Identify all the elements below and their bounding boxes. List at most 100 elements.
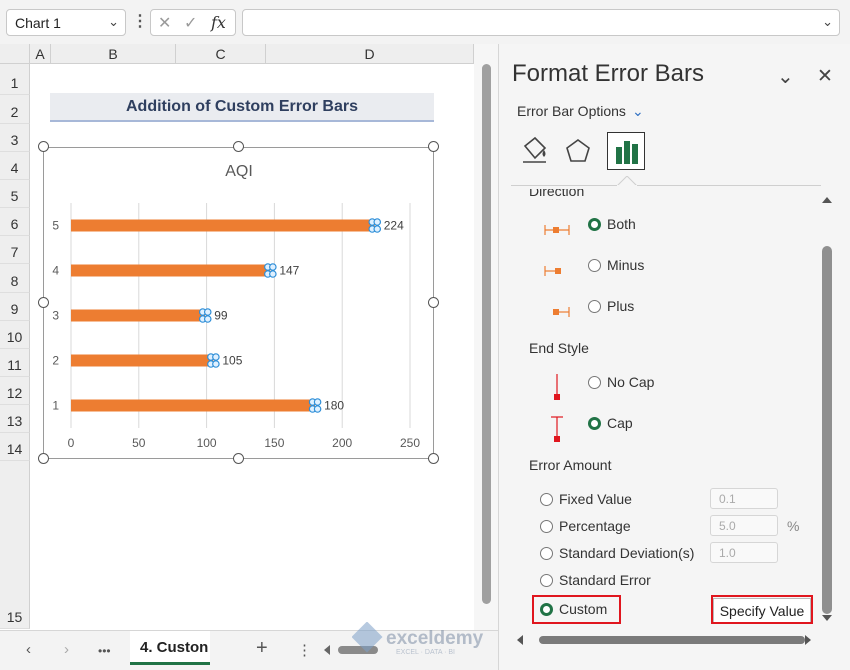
option-label: Plus — [607, 298, 635, 314]
radio-unselected[interactable] — [540, 519, 553, 533]
column-header[interactable]: A — [30, 44, 51, 64]
resize-handle[interactable] — [38, 141, 49, 152]
pane-divider — [511, 185, 821, 186]
pane-vertical-scrollbar[interactable] — [821, 194, 833, 624]
radio-unselected[interactable] — [588, 258, 601, 272]
row-header[interactable]: 15 — [0, 461, 30, 629]
pane-horizontal-scrollbar[interactable] — [513, 632, 813, 648]
bar-chart-options-icon[interactable] — [607, 132, 645, 170]
option-label: Cap — [607, 415, 633, 431]
option-label: Both — [607, 216, 636, 232]
row-header[interactable]: 4 — [0, 152, 30, 180]
amount-fixed-value-radio[interactable]: Fixed Value — [540, 491, 632, 507]
sheet-tab-active[interactable]: 4. Custon — [130, 631, 210, 665]
option-label: Percentage — [559, 518, 631, 534]
column-header[interactable]: B — [51, 44, 176, 64]
more-vertical-icon[interactable]: ⋮ — [132, 11, 148, 31]
scrollbar-thumb[interactable] — [482, 64, 491, 604]
radio-selected[interactable] — [540, 602, 553, 616]
select-all-corner[interactable] — [0, 44, 30, 64]
resize-handle[interactable] — [38, 297, 49, 308]
close-icon[interactable]: ✕ — [817, 65, 833, 88]
row-header[interactable]: 12 — [0, 377, 30, 405]
row-header[interactable]: 7 — [0, 236, 30, 264]
sheet-title-cell[interactable]: Addition of Custom Error Bars — [50, 93, 434, 122]
scroll-down-icon — [822, 615, 832, 621]
radio-unselected[interactable] — [588, 299, 601, 313]
column-header[interactable]: D — [266, 44, 474, 64]
more-tabs-icon[interactable]: ••• — [98, 644, 111, 658]
direction-both-radio[interactable]: Both — [588, 216, 636, 232]
name-box[interactable]: Chart 1 ⌄ — [6, 9, 126, 36]
end-style-cap-radio[interactable]: Cap — [588, 415, 633, 431]
amount-std-dev-radio[interactable]: Standard Deviation(s) — [540, 545, 694, 561]
option-label: Standard Deviation(s) — [559, 545, 695, 561]
row-header[interactable]: 14 — [0, 433, 30, 461]
error-bar-options-dropdown[interactable]: Error Bar Options ⌄ — [517, 103, 644, 120]
percent-unit: % — [787, 518, 800, 534]
y-tick-label: 4 — [52, 264, 59, 278]
y-tick-label: 3 — [52, 309, 59, 323]
tab-prev-icon[interactable]: ‹ — [26, 641, 31, 658]
dropdown-label: Error Bar Options — [517, 103, 626, 119]
formula-bar: Chart 1 ⌄ ⋮ ✕ ✓ fx ⌄ — [0, 0, 850, 44]
formula-input[interactable]: ⌄ — [242, 9, 840, 36]
pane-options-chevron-icon[interactable]: ⌄ — [777, 64, 794, 89]
direction-minus-radio[interactable]: Minus — [588, 257, 644, 273]
column-header[interactable]: C — [176, 44, 266, 64]
radio-unselected[interactable] — [540, 546, 553, 560]
format-error-bars-pane: Format Error Bars ⌄ ✕ Error Bar Options ⌄… — [498, 44, 850, 670]
radio-selected[interactable] — [588, 217, 601, 231]
direction-plus-radio[interactable]: Plus — [588, 298, 634, 314]
row-header[interactable]: 3 — [0, 124, 30, 152]
insert-function-icon[interactable]: fx — [211, 13, 226, 32]
fixed-value-input[interactable]: 0.1 — [710, 488, 778, 509]
amount-std-error-radio[interactable]: Standard Error — [540, 572, 651, 588]
chevron-down-icon[interactable]: ⌄ — [108, 14, 119, 30]
row-header[interactable]: 9 — [0, 293, 30, 321]
resize-handle[interactable] — [428, 453, 439, 464]
row-header[interactable]: 5 — [0, 180, 30, 208]
add-sheet-icon[interactable]: + — [256, 637, 268, 660]
expand-formula-icon[interactable]: ⌄ — [822, 14, 833, 30]
std-dev-input[interactable]: 1.0 — [710, 542, 778, 563]
sheet-vertical-scrollbar[interactable] — [474, 44, 498, 630]
resize-handle[interactable] — [428, 141, 439, 152]
percentage-input[interactable]: 5.0 — [710, 515, 778, 536]
exceldemy-logo: exceldemy EXCEL · DATA · BI — [352, 622, 484, 656]
radio-unselected[interactable] — [540, 573, 553, 587]
resize-handle[interactable] — [233, 453, 244, 464]
effects-pentagon-icon[interactable] — [559, 132, 597, 170]
amount-custom-radio[interactable]: Custom — [540, 601, 607, 617]
sheet-options-icon[interactable]: ⋮ — [297, 641, 312, 659]
radio-unselected[interactable] — [588, 375, 601, 389]
x-tick-label: 0 — [68, 436, 75, 450]
chart-title[interactable]: AQI — [225, 163, 253, 180]
bar — [71, 264, 271, 277]
resize-handle[interactable] — [38, 453, 49, 464]
plus-direction-icon — [553, 307, 570, 317]
option-label: Minus — [607, 257, 645, 273]
row-header[interactable]: 8 — [0, 264, 30, 293]
radio-unselected[interactable] — [540, 492, 553, 506]
y-tick-label: 1 — [52, 399, 59, 413]
radio-selected[interactable] — [588, 416, 601, 430]
resize-handle[interactable] — [233, 141, 244, 152]
enter-check-icon[interactable]: ✓ — [184, 13, 197, 33]
row-header[interactable]: 2 — [0, 95, 30, 124]
chart-object[interactable]: AQI 0 50 100 150 200 250 1 180 2 105 3 99 4 147 5 224 — [43, 147, 434, 459]
scroll-left-icon — [324, 645, 330, 655]
row-header[interactable]: 11 — [0, 349, 30, 377]
amount-percentage-radio[interactable]: Percentage — [540, 518, 631, 534]
end-style-no-cap-radio[interactable]: No Cap — [588, 374, 654, 390]
tab-next-icon[interactable]: › — [64, 641, 69, 658]
row-header[interactable]: 10 — [0, 321, 30, 349]
resize-handle[interactable] — [428, 297, 439, 308]
fill-line-icon[interactable] — [516, 132, 554, 170]
data-label: 105 — [222, 354, 242, 368]
cancel-icon[interactable]: ✕ — [158, 13, 171, 33]
row-header[interactable]: 13 — [0, 405, 30, 433]
bar-chart: AQI 0 50 100 150 200 250 1 180 2 105 3 99 4 147 5 224 — [52, 163, 420, 450]
row-header[interactable]: 1 — [0, 64, 30, 95]
row-header[interactable]: 6 — [0, 208, 30, 236]
